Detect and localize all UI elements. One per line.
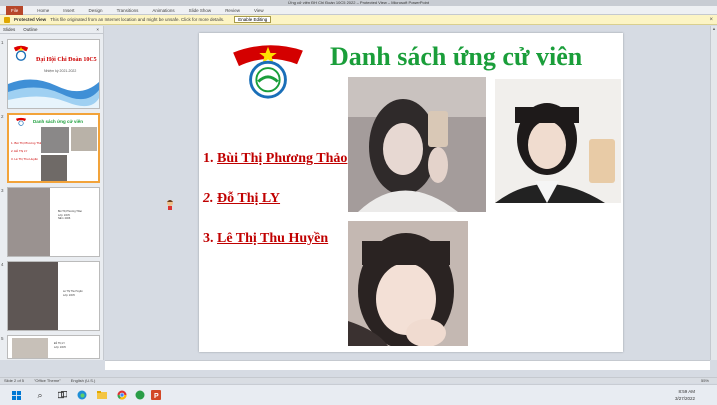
slide-number: 2 [1,114,4,119]
youth-union-logo-icon [13,45,29,61]
status-bar: Slide 2 of 5 "Office Theme" English (U.S… [0,377,717,383]
tab-home[interactable]: Home [37,8,49,13]
slide-caption: Lê Thị Thu Huyền Lớp: 10C5 [63,290,83,297]
caption-line: Bùi Thị Phương Thảo [58,210,82,213]
slide-thumbnail-3[interactable]: Bùi Thị Phương Thảo Lớp: 10C5 Năm: 2006 [7,187,100,257]
slide-caption: Đỗ Thị LY Lớp: 10C5 [54,342,66,349]
chrome-icon[interactable] [116,389,128,401]
close-pane-icon[interactable]: × [96,27,99,32]
caption-line: Lê Thị Thu Huyền [63,290,83,293]
youth-union-logo-icon [233,45,303,99]
candidate-item-2[interactable]: 2. Đỗ Thị LY [203,191,280,207]
pane-tabs: Slides Outline × [0,26,103,34]
slide-thumbnail-5[interactable]: Đỗ Thị LY Lớp: 10C5 [7,335,100,359]
list-item: 2. Đỗ Thị LY [11,149,28,153]
list-item: 3. Lê Thị Thu Huyền [11,157,39,161]
windows-start-icon[interactable] [10,389,22,401]
slide-thumbnail-4[interactable]: Lê Thị Thu Huyền Lớp: 10C5 [7,261,100,331]
slide-1-title: Đại Hội Chi Đoàn 10C5 [36,57,97,63]
slide-thumbnail-2[interactable]: Danh sách ứng cử viên 1. Bùi Thị Phương … [7,113,100,183]
file-explorer-icon[interactable] [96,389,108,401]
zoom-level[interactable]: 55% [701,378,709,383]
clock-date: 3/27/2022 [674,396,695,401]
candidate-photo-thumb [8,188,50,256]
language-indicator[interactable]: English (U.S.) [71,378,96,383]
tab-view[interactable]: View [254,8,264,13]
slide-counter: Slide 2 of 5 [4,378,25,383]
tab-slides[interactable]: Slides [3,27,15,32]
tab-slide-show[interactable]: Slide Show [189,8,212,13]
slide-1-subtitle: Nhiệm kỳ 2021-2022 [44,69,77,73]
caption-line: Năm: 2006 [58,217,71,220]
portrait-image [348,221,468,346]
candidate-name: Lê Thị Thu Huyền [217,231,329,246]
candidate-name: Đỗ Thị LY [217,191,281,206]
ribbon-tabs: File Home Insert Design Transitions Anim… [0,5,717,15]
edge-browser-icon[interactable] [76,389,88,401]
candidate-photo-thumb [41,155,67,181]
task-view-icon[interactable] [56,389,68,401]
caption-line: Lớp: 10C5 [63,293,75,297]
slides-pane: Slides Outline × 1 Đại Hội Chi Đoàn 10C5… [0,26,104,360]
enable-editing-button[interactable]: Enable Editing [234,16,272,23]
tab-outline[interactable]: Outline [23,27,37,32]
tab-design[interactable]: Design [89,8,103,13]
candidate-photo-thumb [41,127,69,153]
candidate-item-1[interactable]: 1. Bùi Thị Phương Thảo [203,151,347,167]
candidate-photo-2[interactable] [495,79,621,203]
candidate-photo-1[interactable] [348,77,486,212]
caption-line: Lớp: 10C5 [54,345,66,349]
tab-file[interactable]: File [6,5,24,15]
candidate-number: 2. [203,191,214,206]
tab-animations[interactable]: Animations [152,8,174,13]
slide-number: 1 [1,40,4,45]
candidate-photo-thumb [12,338,48,358]
animated-cursor-icon [167,200,173,210]
theme-name: "Office Theme" [34,378,61,383]
search-icon[interactable]: ⌕ [34,389,46,401]
candidate-item-3[interactable]: 3. Lê Thị Thu Huyền [203,231,328,247]
portrait-image [348,77,486,212]
slide-2-title: Danh sách ứng cử viên [33,119,84,124]
tab-insert[interactable]: Insert [63,8,74,13]
slide-title[interactable]: Danh sách ứng cử viên [330,42,582,72]
candidate-name: Bùi Thị Phương Thảo [217,151,348,166]
svg-text:P: P [154,393,159,400]
slide-caption: Bùi Thị Phương Thảo Lớp: 10C5 Năm: 2006 [58,210,82,221]
candidate-number: 3. [203,231,214,246]
candidate-photo-thumb [8,262,58,330]
tab-transitions[interactable]: Transitions [117,8,139,13]
wave-decoration [8,79,99,108]
windows-taskbar: ⌕ P 8:59 AM 3/27/2022 [0,384,717,405]
slide-number: 3 [1,188,4,193]
tab-review[interactable]: Review [225,8,240,13]
candidate-photo-3[interactable] [348,221,468,346]
caption-line: Đỗ Thị LY [54,342,65,345]
system-clock[interactable]: 8:59 AM 3/27/2022 [675,388,695,402]
slide-thumbnail-1[interactable]: Đại Hội Chi Đoàn 10C5 Nhiệm kỳ 2021-2022 [7,39,100,109]
clock-time: 8:59 AM [678,389,695,394]
vertical-scrollbar[interactable]: ▲ [710,26,717,360]
slide-2-candidate-list: 1. Bùi Thị Phương Thảo 2. Đỗ Thị LY 3. L… [11,139,43,163]
candidate-photo-thumb [71,127,97,151]
slide-canvas[interactable]: Danh sách ứng cử viên 1. Bùi Thị Phương … [199,33,623,352]
protected-view-title: Protected View [14,17,47,22]
app-icon[interactable] [134,389,146,401]
slide-number: 5 [1,336,4,341]
powerpoint-icon[interactable]: P [150,389,162,401]
candidate-number: 1. [203,151,214,166]
youth-union-logo-icon [15,117,27,126]
close-icon[interactable]: × [709,17,713,23]
shield-icon [4,16,10,23]
protected-view-message[interactable]: This file originated from an Internet lo… [50,17,224,22]
notes-pane[interactable] [105,360,710,370]
portrait-image [495,79,621,203]
slide-number: 4 [1,262,4,267]
protected-view-bar: Protected View This file originated from… [0,15,717,25]
list-item: 1. Bùi Thị Phương Thảo [11,141,44,145]
scroll-up-icon[interactable]: ▲ [711,26,717,31]
